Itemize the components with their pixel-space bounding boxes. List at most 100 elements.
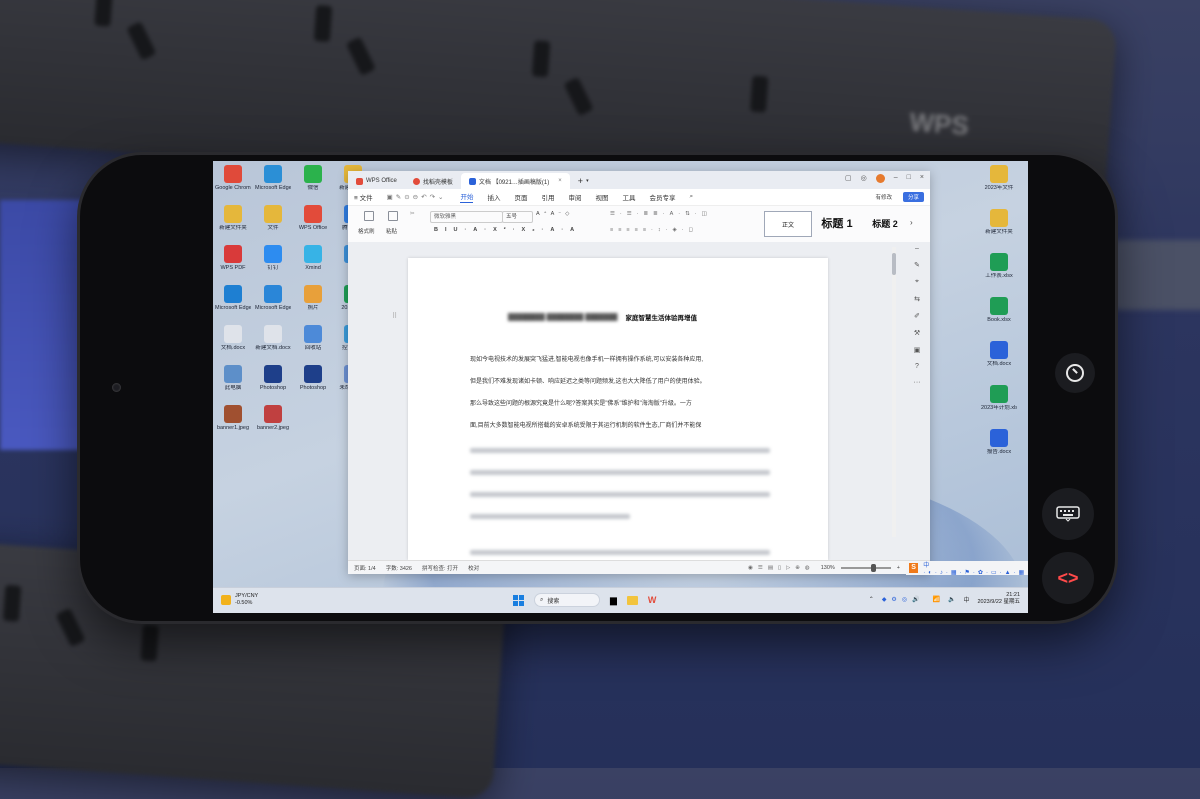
desktop-icon[interactable]: 文档.docx	[981, 341, 1017, 368]
clock[interactable]: 21:21 2023/9/22 星期五	[978, 592, 1021, 606]
help-icon[interactable]: ?	[915, 363, 919, 370]
format-painter-label[interactable]: 格式刷	[358, 227, 375, 235]
desktop-icon[interactable]: Microsoft Edge	[255, 165, 291, 192]
zoom-slider[interactable]	[840, 563, 891, 572]
desktop-icon[interactable]: 新建文件夹	[215, 205, 251, 232]
style-heading-1[interactable]: 标题 1	[816, 211, 858, 235]
desktop-icon[interactable]: Book.xlsx	[981, 297, 1017, 324]
menu-file[interactable]: ≡ 文件	[354, 192, 373, 202]
screenshot-button[interactable]	[1055, 353, 1095, 393]
style-heading-2[interactable]: 标题 2	[864, 211, 906, 235]
select-icon[interactable]: ⌖	[915, 278, 919, 286]
menu-review[interactable]: 审阅	[568, 192, 581, 202]
desktop-icon[interactable]: 2023年计划.xlsx	[981, 385, 1017, 412]
widget-ticker[interactable]: JPY/CNY -0.50%	[221, 593, 258, 607]
edit-icon[interactable]: ✐	[914, 312, 920, 320]
desktop-icon[interactable]: Xmind	[295, 245, 331, 272]
menu-home[interactable]: 开始	[460, 191, 474, 203]
avatar[interactable]	[875, 174, 885, 183]
desktop-icon[interactable]: 报告.docx	[981, 429, 1017, 456]
desktop-icon[interactable]: 此电脑	[215, 365, 251, 392]
document-page[interactable]: ⠿ ████████ ████████ ███████ 家庭智慧生活体验再增值 …	[392, 258, 828, 560]
desktop-icon[interactable]: Photoshop	[255, 365, 291, 392]
layout-icon[interactable]: ▢	[845, 174, 852, 183]
windows-start-icon[interactable]	[513, 594, 524, 606]
tray-icons[interactable]: ◆⚙◎🔊	[882, 596, 925, 603]
desktop-icon[interactable]: Google Chrome	[215, 165, 251, 192]
page-count[interactable]: 页面: 1/4	[354, 564, 376, 572]
zoom-in-icon[interactable]: +	[897, 565, 900, 571]
search-icon[interactable]: ⌕	[689, 193, 693, 201]
desktop-icon[interactable]: 照片	[295, 285, 331, 312]
keyboard-button[interactable]	[1042, 488, 1094, 540]
spell-check[interactable]: 拼写检查: 打开	[422, 564, 458, 572]
new-tab-button[interactable]: + ▾	[570, 173, 597, 189]
zoom-level[interactable]: 130%	[821, 565, 835, 571]
desktop-icon[interactable]: 新建文件夹	[981, 209, 1017, 236]
volume-icon[interactable]: 🔈	[948, 596, 955, 603]
desktop-icon[interactable]: 钉钉	[255, 245, 291, 272]
desktop-icon[interactable]: 回收站	[295, 325, 331, 352]
desktop-icon[interactable]: 文件	[255, 205, 291, 232]
align-icons[interactable]: ≡≡≡≡≡·↕·◈·◻	[610, 227, 698, 233]
ime-icons[interactable]: 中·◐·♪·▦·⚑·✿·▭·▲·▦	[923, 560, 1028, 576]
font-name-select[interactable]: 微软雅黑	[430, 211, 503, 223]
drag-handle-icon[interactable]: ⠿	[392, 312, 397, 320]
more-icon[interactable]: ···	[914, 379, 921, 386]
style-body[interactable]: 正文	[764, 211, 812, 237]
menu-view[interactable]: 视图	[595, 192, 608, 202]
font-size-select[interactable]: 五号	[502, 211, 533, 223]
code-button[interactable]: <>	[1042, 552, 1094, 604]
skin-icon[interactable]: ◎	[861, 174, 867, 183]
collab-status[interactable]: 有修改	[875, 193, 892, 201]
pen-icon[interactable]: ✎	[914, 261, 920, 269]
file-explorer-icon[interactable]	[626, 595, 638, 605]
menu-tools[interactable]: 工具	[622, 192, 635, 202]
desktop-icon[interactable]: 微信	[295, 165, 331, 192]
desktop-icon[interactable]: WPS PDF	[215, 245, 251, 272]
tab-document[interactable]: 文档 【0921…插画稿版(1) ×	[460, 173, 570, 189]
desktop-icon[interactable]: banner1.jpeg	[215, 405, 251, 432]
desktop-icon[interactable]: Photoshop	[295, 365, 331, 392]
tools-icon[interactable]: ⚒	[914, 329, 920, 337]
desktop-icon[interactable]: 文档.docx	[215, 325, 251, 352]
menu-member[interactable]: 会员专享	[649, 192, 675, 202]
minimize-icon[interactable]: –	[894, 174, 898, 183]
scroll-thumb[interactable]	[892, 253, 896, 275]
close-icon[interactable]: ×	[920, 174, 924, 183]
font-grow-icons[interactable]: A⁺A⁻◇	[536, 211, 573, 217]
frame-icon[interactable]: ▣	[914, 346, 921, 354]
desktop-icon[interactable]: 工作表.xlsx	[981, 253, 1017, 280]
sogou-logo-icon[interactable]: S	[909, 563, 919, 573]
chevron-right-icon[interactable]: ›	[910, 218, 913, 227]
settings-icon[interactable]: ⇆	[914, 295, 920, 303]
task-view-icon[interactable]: ▆	[610, 595, 617, 606]
network-icon[interactable]: 📶	[933, 596, 940, 603]
word-count[interactable]: 字数: 3426	[386, 564, 412, 572]
desktop-icon[interactable]: Microsoft Edge	[215, 285, 251, 312]
vertical-scrollbar[interactable]	[892, 247, 896, 537]
chevron-up-icon[interactable]: ⌃	[869, 596, 874, 603]
tab-templates[interactable]: 找稻壳模板	[405, 173, 461, 189]
maximize-icon[interactable]: □	[907, 174, 911, 183]
desktop-icon[interactable]: WPS Office	[295, 205, 331, 232]
view-icons[interactable]: ◉☰▤▯▷⊕◍	[748, 565, 815, 571]
brush-icon[interactable]	[364, 211, 374, 221]
desktop-icon[interactable]: 新建文档.docx	[255, 325, 291, 352]
menu-references[interactable]: 引用	[541, 192, 554, 202]
taskbar-search[interactable]: ⌕ 搜索	[534, 593, 600, 607]
paste-icon[interactable]	[388, 211, 398, 221]
text-format-icons[interactable]: BIU·A·X²·X₂·A·A	[434, 227, 581, 233]
menu-page[interactable]: 页面	[514, 192, 527, 202]
desktop-icon[interactable]: 2023年文件	[981, 165, 1017, 192]
collapse-icon[interactable]: –	[915, 245, 919, 252]
wps-taskbar-icon[interactable]: W	[648, 595, 657, 605]
menu-insert[interactable]: 插入	[487, 192, 500, 202]
ime-mode-icon[interactable]: 中	[963, 595, 969, 604]
desktop-icon[interactable]: banner2.jpeg	[255, 405, 291, 432]
close-tab-icon[interactable]: ×	[558, 178, 562, 184]
list-icons[interactable]: ☰·☰·≣≣·A·⇅·◫	[610, 211, 712, 217]
proofread[interactable]: 校对	[468, 564, 479, 572]
cut-icon[interactable]: ✂	[410, 211, 415, 217]
tab-wps-home[interactable]: WPS Office	[348, 173, 405, 189]
